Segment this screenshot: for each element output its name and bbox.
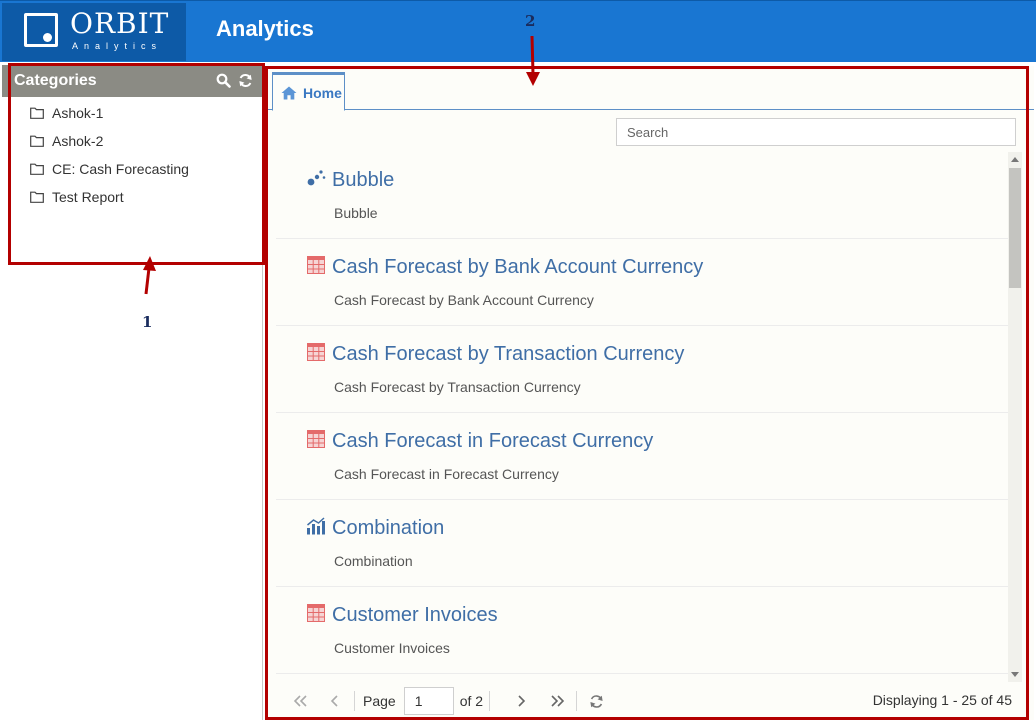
- pager-divider: [576, 691, 578, 711]
- category-item[interactable]: Ashok-2: [30, 127, 189, 155]
- category-label: CE: Cash Forecasting: [52, 161, 189, 177]
- report-list-scrollbar[interactable]: [1008, 152, 1022, 682]
- refresh-icon[interactable]: [583, 688, 609, 714]
- next-page-icon[interactable]: [508, 688, 534, 714]
- search-input[interactable]: [616, 118, 1016, 146]
- annotation-label-2: 2: [525, 12, 536, 30]
- report-list: Bubble Bubble Cash Forecast by Bank Acco…: [276, 152, 1008, 680]
- report-item[interactable]: Cash Forecast by Bank Account Currency C…: [276, 239, 1008, 326]
- categories-title: Categories: [14, 72, 97, 89]
- page-label: Page: [363, 693, 396, 709]
- pager-divider: [489, 691, 491, 711]
- logo-word: ORBIT: [70, 7, 170, 40]
- last-page-icon[interactable]: [544, 688, 570, 714]
- scroll-down-arrow-icon[interactable]: [1011, 672, 1019, 677]
- page-count-label: of 2: [459, 693, 484, 709]
- report-description: Cash Forecast in Forecast Currency: [334, 466, 559, 482]
- annotation-label-1: 1: [142, 313, 153, 331]
- home-icon: [281, 86, 297, 99]
- report-item[interactable]: Customer Invoices Customer Invoices: [276, 587, 1008, 674]
- combination-chart-icon: [306, 516, 326, 536]
- tab-home[interactable]: Home: [272, 72, 345, 111]
- report-description: Cash Forecast by Transaction Currency: [334, 379, 581, 395]
- logo-mark-icon: [24, 13, 58, 47]
- report-description: Bubble: [334, 205, 378, 221]
- category-item[interactable]: Ashok-1: [30, 99, 189, 127]
- main-panel: Home Bubble Bubble Cash Forecast by Bank…: [268, 66, 1034, 720]
- report-title: Customer Invoices: [332, 604, 498, 626]
- table-icon: [306, 429, 326, 449]
- category-item[interactable]: Test Report: [30, 183, 189, 211]
- page-number-input[interactable]: [403, 687, 454, 715]
- report-title: Cash Forecast by Bank Account Currency: [332, 256, 704, 278]
- prev-page-icon[interactable]: [322, 688, 348, 714]
- table-icon: [306, 342, 326, 362]
- report-title: Cash Forecast by Transaction Currency: [332, 343, 685, 365]
- refresh-icon[interactable]: [237, 71, 253, 89]
- category-label: Ashok-2: [52, 133, 104, 149]
- pagination-toolbar: Page of 2 Displaying 1 - 25 of 45: [268, 682, 1034, 720]
- bubble-chart-icon: [306, 168, 326, 188]
- categories-list: Ashok-1 Ashok-2 CE: Cash Forecasting Tes…: [30, 99, 189, 211]
- folder-icon: [30, 163, 44, 175]
- folder-icon: [30, 107, 44, 119]
- display-info: Displaying 1 - 25 of 45: [872, 692, 1012, 708]
- app-header: ORBIT Analytics Analytics: [0, 0, 1036, 62]
- first-page-icon[interactable]: [288, 688, 314, 714]
- app-title: Analytics: [216, 16, 314, 41]
- report-title: Bubble: [332, 169, 395, 191]
- report-item[interactable]: Cash Forecast in Forecast Currency Cash …: [276, 413, 1008, 500]
- categories-header: Categories: [2, 65, 263, 97]
- table-icon: [306, 603, 326, 623]
- orbit-logo[interactable]: ORBIT Analytics: [2, 3, 186, 61]
- report-description: Combination: [334, 553, 413, 569]
- category-item[interactable]: CE: Cash Forecasting: [30, 155, 189, 183]
- folder-icon: [30, 191, 44, 203]
- report-title: Combination: [332, 517, 445, 539]
- scroll-up-arrow-icon[interactable]: [1011, 157, 1019, 162]
- scroll-thumb[interactable]: [1009, 168, 1021, 288]
- tab-home-label: Home: [303, 84, 342, 101]
- report-item[interactable]: Combination Combination: [276, 500, 1008, 587]
- logo-subtitle: Analytics: [72, 41, 163, 51]
- report-description: Customer Invoices: [334, 640, 450, 656]
- category-label: Test Report: [52, 189, 124, 205]
- report-title: Cash Forecast in Forecast Currency: [332, 430, 654, 452]
- folder-icon: [30, 135, 44, 147]
- report-description: Cash Forecast by Bank Account Currency: [334, 292, 594, 308]
- category-label: Ashok-1: [52, 105, 104, 121]
- report-item[interactable]: Bubble Bubble: [276, 152, 1008, 239]
- table-icon: [306, 255, 326, 275]
- categories-panel: Categories Ashok-1 Ashok-2 CE: Cash Fore…: [2, 63, 263, 720]
- report-item[interactable]: Cash Forecast by Transaction Currency Ca…: [276, 326, 1008, 413]
- tab-bar: Home: [268, 66, 1034, 111]
- categories-tools: [215, 71, 253, 89]
- pager-divider: [354, 691, 355, 711]
- search-icon[interactable]: [215, 71, 231, 89]
